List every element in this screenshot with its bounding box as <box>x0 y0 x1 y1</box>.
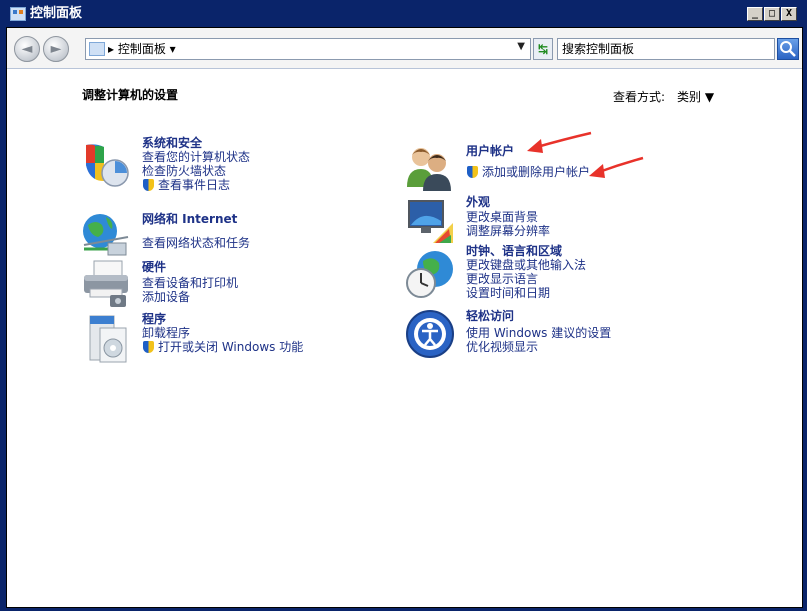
link-change-display-language[interactable]: 更改显示语言 <box>466 272 538 286</box>
uac-shield-icon <box>143 179 154 191</box>
category-title-hardware[interactable]: 硬件 <box>142 261 166 274</box>
category-title-ease-of-access[interactable]: 轻松访问 <box>466 310 514 323</box>
minimize-button[interactable]: _ <box>747 7 763 21</box>
control-panel-window: 控制面板 _ □ X ◄ ► ▸ 控制面板 ▾ ▼ ↹ 搜索控制面板 调整计算机… <box>0 0 807 611</box>
link-view-event-log[interactable]: 查看事件日志 <box>158 178 230 192</box>
uac-shield-icon <box>467 166 478 178</box>
category-title-network-internet[interactable]: 网络和 Internet <box>142 213 237 226</box>
network-globe-icon[interactable] <box>80 209 130 259</box>
annotation-arrow-icon <box>589 156 644 178</box>
search-icon[interactable] <box>777 38 799 60</box>
uac-shield-icon <box>143 341 154 353</box>
appearance-icon[interactable] <box>405 197 455 247</box>
title-bar[interactable]: 控制面板 _ □ X <box>1 1 806 27</box>
clock-globe-icon[interactable] <box>405 249 455 299</box>
view-by-label: 查看方式: <box>613 90 666 104</box>
link-add-remove-accounts[interactable]: 添加或删除用户帐户 <box>482 165 590 179</box>
users-icon[interactable] <box>405 141 455 191</box>
printer-icon[interactable] <box>80 259 130 309</box>
address-bar[interactable]: ▸ 控制面板 ▾ ▼ <box>85 38 531 60</box>
forward-button[interactable]: ► <box>43 36 69 62</box>
link-view-computer-status[interactable]: 查看您的计算机状态 <box>142 150 250 164</box>
link-change-desktop-background[interactable]: 更改桌面背景 <box>466 210 538 224</box>
category-title-programs[interactable]: 程序 <box>142 313 166 326</box>
maximize-button[interactable]: □ <box>764 7 780 21</box>
address-dropdown-icon[interactable]: ▼ <box>517 41 525 52</box>
link-uninstall-program[interactable]: 卸载程序 <box>142 326 190 340</box>
link-turn-windows-features[interactable]: 打开或关闭 Windows 功能 <box>158 340 303 354</box>
search-input[interactable]: 搜索控制面板 <box>557 38 775 60</box>
link-add-device[interactable]: 添加设备 <box>142 290 190 304</box>
control-panel-icon <box>89 42 105 56</box>
link-adjust-screen-resolution[interactable]: 调整屏幕分辨率 <box>466 224 550 238</box>
search-placeholder: 搜索控制面板 <box>562 42 635 56</box>
view-by-dropdown[interactable]: 类别 ▼ <box>677 90 714 104</box>
window-frame: ◄ ► ▸ 控制面板 ▾ ▼ ↹ 搜索控制面板 调整计算机的设置 查看方式: 类… <box>6 27 803 608</box>
category-title-appearance[interactable]: 外观 <box>466 196 490 209</box>
close-button[interactable]: X <box>781 7 797 21</box>
annotation-arrow-icon <box>527 131 592 153</box>
link-set-time-date[interactable]: 设置时间和日期 <box>466 286 550 300</box>
link-change-keyboard-input[interactable]: 更改键盘或其他输入法 <box>466 258 586 272</box>
control-panel-content: 调整计算机的设置 查看方式: 类别 ▼ 系统和安全 查看您的计算机状态 检查防火… <box>7 69 802 607</box>
programs-icon[interactable] <box>80 314 130 364</box>
link-view-network-status[interactable]: 查看网络状态和任务 <box>142 236 250 250</box>
link-check-firewall-status[interactable]: 检查防火墙状态 <box>142 164 226 178</box>
system-security-icon[interactable] <box>80 141 130 191</box>
category-title-system-security[interactable]: 系统和安全 <box>142 137 202 150</box>
category-title-clock-language-region[interactable]: 时钟、语言和区域 <box>466 245 562 258</box>
back-button[interactable]: ◄ <box>14 36 40 62</box>
navigation-toolbar: ◄ ► ▸ 控制面板 ▾ ▼ ↹ 搜索控制面板 <box>7 28 802 69</box>
control-panel-icon <box>10 7 26 21</box>
address-breadcrumb[interactable]: ▸ 控制面板 ▾ <box>108 42 176 56</box>
window-title: 控制面板 <box>30 6 83 21</box>
link-use-windows-suggested-settings[interactable]: 使用 Windows 建议的设置 <box>466 326 611 340</box>
page-title: 调整计算机的设置 <box>82 88 179 102</box>
refresh-button[interactable]: ↹ <box>533 38 553 60</box>
link-view-devices-printers[interactable]: 查看设备和打印机 <box>142 276 238 290</box>
ease-of-access-icon[interactable] <box>405 309 455 359</box>
category-title-user-accounts[interactable]: 用户帐户 <box>466 145 514 158</box>
link-optimize-video-display[interactable]: 优化视频显示 <box>466 340 538 354</box>
